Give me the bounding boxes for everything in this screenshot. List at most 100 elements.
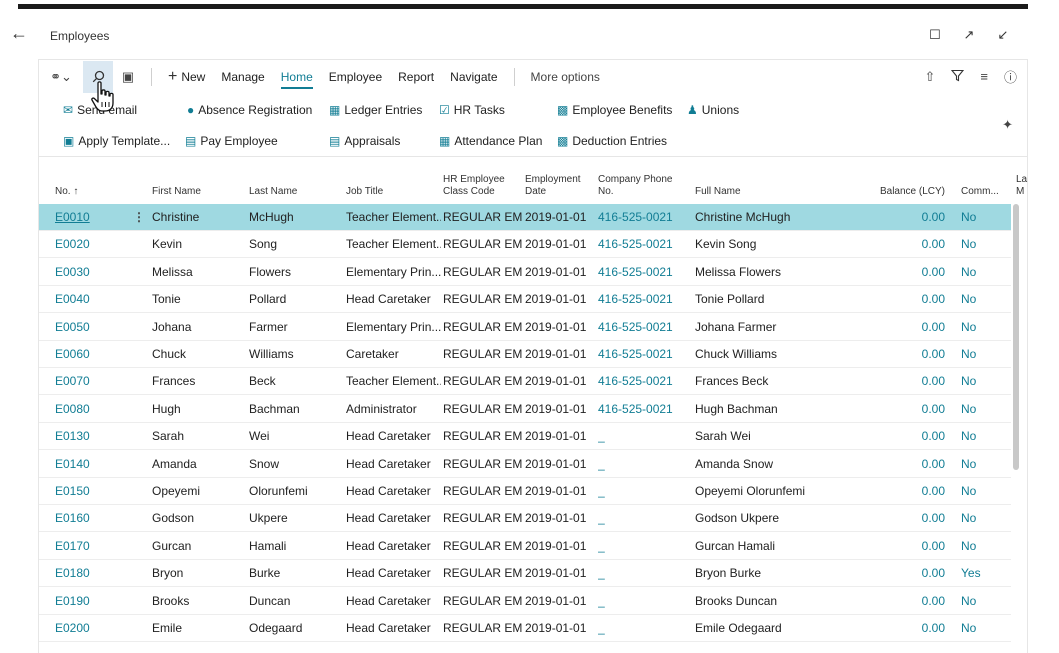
- cell-no[interactable]: E0150: [55, 478, 125, 505]
- cell-no[interactable]: E0190: [55, 588, 125, 615]
- new-button[interactable]: + New: [160, 60, 213, 93]
- cell-company-phone[interactable]: 416-525-0021: [598, 368, 690, 395]
- cell-no[interactable]: E0050: [55, 314, 125, 341]
- unions-action[interactable]: ♟ Unions: [687, 103, 739, 117]
- table-row[interactable]: E0150 Opeyemi Olorunfemi Head Caretaker REGU…: [39, 478, 1011, 505]
- col-job-title[interactable]: Job Title: [346, 186, 383, 198]
- cell-no[interactable]: E0010: [55, 204, 125, 231]
- cell-last-name: Williams: [249, 347, 294, 361]
- cell-no[interactable]: E0060: [55, 341, 125, 368]
- vertical-scrollbar[interactable]: [1013, 204, 1019, 470]
- cell-job-title: Head Caretaker: [346, 593, 431, 608]
- cell-no[interactable]: E0130: [55, 423, 125, 450]
- hr-tasks-action[interactable]: ☑ HR Tasks: [439, 103, 505, 117]
- cell-company-phone[interactable]: _: [598, 423, 690, 450]
- cell-no[interactable]: E0080: [55, 396, 125, 423]
- table-row[interactable]: E0130 Sarah Wei Head Caretaker REGULAR EM...…: [39, 423, 1011, 451]
- cell-company-phone[interactable]: _: [598, 588, 690, 615]
- table-row[interactable]: E0200 Emile Odegaard Head Caretaker REGULAR …: [39, 615, 1011, 642]
- col-last-name[interactable]: Last Name: [249, 186, 297, 198]
- col-company-phone[interactable]: Company Phone No.: [598, 174, 673, 198]
- cell-no[interactable]: E0140: [55, 451, 125, 478]
- cell-full-name: Hugh Bachman: [695, 401, 778, 416]
- cell-last-name: Burke: [249, 566, 281, 581]
- pay-employee-action[interactable]: ▤ Pay Employee: [185, 134, 278, 148]
- table-row[interactable]: E0180 Bryon Burke Head Caretaker REGULAR EM.…: [39, 560, 1011, 588]
- table-row[interactable]: E0190 Brooks Duncan Head Caretaker REGULAR E…: [39, 588, 1011, 615]
- menu-report[interactable]: Report: [390, 60, 442, 93]
- table-row[interactable]: E0160 Godson Ukpere Head Caretaker REGULAR E…: [39, 505, 1011, 533]
- table-row[interactable]: E0060 Chuck Williams Caretaker REGULAR EM...…: [39, 341, 1011, 368]
- cell-full-name: Gurcan Hamali: [695, 538, 776, 553]
- list-view-icon[interactable]: ≡: [980, 69, 988, 84]
- employee-benefits-action[interactable]: ▩ Employee Benefits: [557, 103, 672, 117]
- cell-company-phone[interactable]: _: [598, 478, 690, 505]
- cell-company-phone[interactable]: _: [598, 505, 690, 532]
- cell-job-title: Teacher Element...: [346, 210, 441, 224]
- ledger-icon: ▦: [329, 103, 341, 117]
- pin-icon[interactable]: ✦: [1002, 117, 1013, 133]
- cell-first-name: Melissa: [152, 264, 193, 279]
- col-employment-date[interactable]: Employment Date: [525, 174, 581, 198]
- cell-no[interactable]: E0160: [55, 505, 125, 532]
- menu-manage[interactable]: Manage: [213, 60, 272, 93]
- cell-company-phone[interactable]: _: [598, 451, 690, 478]
- row-actions-icon[interactable]: ⋮: [133, 204, 145, 231]
- col-no[interactable]: No. ↑: [55, 186, 78, 198]
- share-icon[interactable]: ⇧: [924, 69, 935, 85]
- cell-last-name: McHugh: [249, 210, 294, 224]
- cell-no[interactable]: E0070: [55, 368, 125, 395]
- cell-company-phone[interactable]: 416-525-0021: [598, 396, 690, 423]
- cell-company-phone[interactable]: _: [598, 560, 690, 587]
- cell-company-phone[interactable]: 416-525-0021: [598, 314, 690, 341]
- cell-no[interactable]: E0040: [55, 286, 125, 313]
- cell-company-phone[interactable]: 416-525-0021: [598, 204, 690, 231]
- filter-icon[interactable]: [951, 69, 965, 85]
- col-first-name[interactable]: First Name: [152, 186, 201, 198]
- cell-company-phone[interactable]: 416-525-0021: [598, 286, 690, 313]
- open-new-window-icon[interactable]: ↗: [961, 27, 977, 43]
- table-row[interactable]: E0080 Hugh Bachman Administrator REGULAR EM.…: [39, 396, 1011, 423]
- views-dropdown-icon[interactable]: ⚭⌄: [39, 61, 83, 93]
- table-row[interactable]: E0070 Frances Beck Teacher Element... REGULA…: [39, 368, 1011, 396]
- cell-company-phone[interactable]: 416-525-0021: [598, 341, 690, 368]
- info-icon[interactable]: ⓘ: [1004, 67, 1017, 86]
- table-row[interactable]: E0050 Johana Farmer Elementary Prin... REGUL…: [39, 314, 1011, 341]
- attendance-plan-action[interactable]: ▦ Attendance Plan: [439, 134, 542, 148]
- cell-company-phone[interactable]: _: [598, 533, 690, 560]
- ledger-entries-action[interactable]: ▦ Ledger Entries: [329, 103, 422, 117]
- col-full-name[interactable]: Full Name: [695, 186, 741, 198]
- cell-no[interactable]: E0030: [55, 259, 125, 286]
- table-row[interactable]: E0140 Amanda Snow Head Caretaker REGULAR EM.…: [39, 451, 1011, 478]
- table-row[interactable]: E0040 Tonie Pollard Head Caretaker REGULAR E…: [39, 286, 1011, 314]
- cell-company-phone[interactable]: 416-525-0021: [598, 231, 690, 258]
- col-comm[interactable]: Comm...: [961, 186, 999, 198]
- cell-no[interactable]: E0170: [55, 533, 125, 560]
- menu-navigate[interactable]: Navigate: [442, 60, 505, 93]
- table-row[interactable]: E0030 Melissa Flowers Elementary Prin... REG…: [39, 259, 1011, 286]
- cell-balance: 0.00: [921, 566, 945, 581]
- absence-registration-action[interactable]: ● Absence Registration: [187, 103, 312, 117]
- bookmark-icon[interactable]: ☐: [927, 27, 943, 43]
- cell-company-phone[interactable]: _: [598, 615, 690, 642]
- cell-full-name: Brooks Duncan: [695, 593, 778, 608]
- cell-no[interactable]: E0020: [55, 231, 125, 258]
- apply-template-action[interactable]: ▣ Apply Template...: [63, 134, 170, 148]
- table-row[interactable]: E0010 Christine McHugh Teacher Element... RE…: [39, 204, 1011, 231]
- table-row[interactable]: E0020 Kevin Song Teacher Element... REGULAR …: [39, 231, 1011, 259]
- col-class-code[interactable]: HR Employee Class Code: [443, 174, 505, 198]
- deduction-entries-action[interactable]: ▩ Deduction Entries: [557, 134, 667, 148]
- collapse-icon[interactable]: ↙: [995, 27, 1011, 43]
- cell-company-phone[interactable]: 416-525-0021: [598, 259, 690, 286]
- cell-no[interactable]: E0180: [55, 560, 125, 587]
- cell-no[interactable]: E0200: [55, 615, 125, 642]
- col-extra[interactable]: La M: [1016, 174, 1027, 198]
- menu-home[interactable]: Home: [273, 60, 321, 93]
- menu-employee[interactable]: Employee: [321, 60, 390, 93]
- appraisals-action[interactable]: ▤ Appraisals: [329, 134, 400, 148]
- table-row[interactable]: E0170 Gurcan Hamali Head Caretaker REGULAR E…: [39, 533, 1011, 560]
- col-balance[interactable]: Balance (LCY): [857, 186, 945, 198]
- more-options-button[interactable]: More options: [523, 60, 608, 93]
- back-arrow-icon[interactable]: ←: [10, 22, 32, 44]
- cell-first-name: Christine: [152, 210, 200, 224]
